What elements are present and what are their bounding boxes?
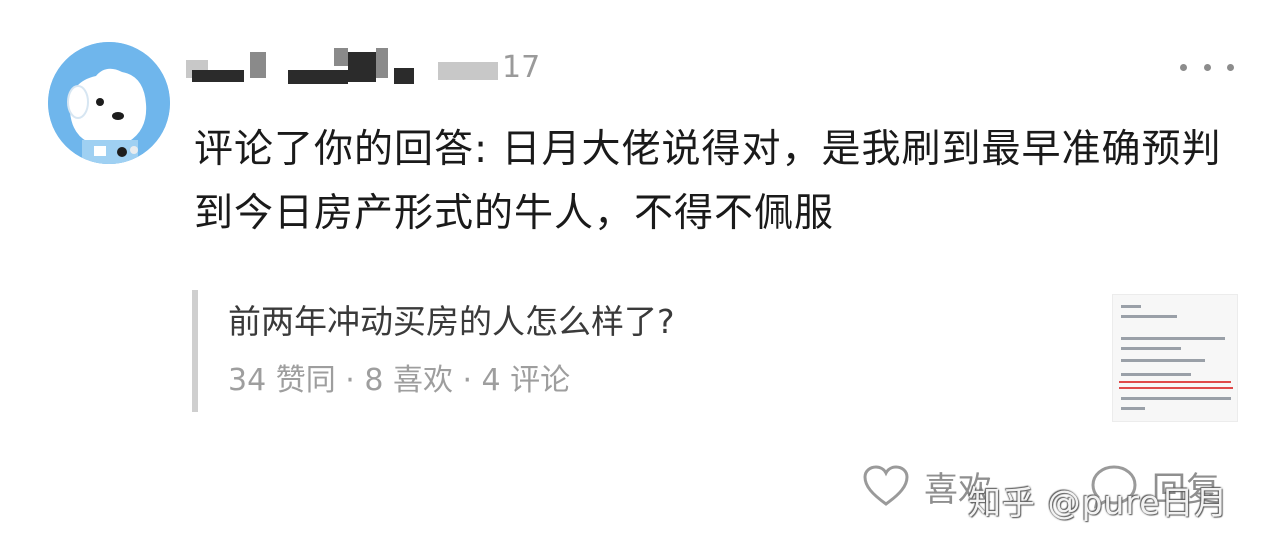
mascot-dog-icon [48, 42, 170, 164]
username-obscured[interactable] [186, 46, 498, 86]
comment-text: 评论了你的回答: 日月大佬说得对，是我刷到最早准确预判到今日房产形式的牛人，不得… [194, 127, 1222, 236]
answer-thumbnail[interactable] [1112, 294, 1238, 422]
more-dot [1203, 63, 1211, 71]
more-dots-icon [1180, 63, 1187, 71]
more-options-button[interactable] [1180, 54, 1234, 80]
more-dot [1227, 63, 1234, 71]
quoted-answer-stats: 34 赞同 · 8 喜欢 · 4 评论 [228, 363, 571, 398]
quoted-answer-card[interactable]: 前两年冲动买房的人怎么样了? 34 赞同 · 8 喜欢 · 4 评论 [192, 290, 1238, 412]
comment-date: 17 [502, 50, 541, 85]
pixelated-username [186, 46, 498, 86]
watermark: 知乎 @pure日月 [968, 483, 1229, 522]
user-avatar[interactable] [48, 42, 170, 164]
heart-icon [863, 465, 909, 506]
quoted-answer-title[interactable]: 前两年冲动买房的人怎么样了? [228, 298, 675, 346]
